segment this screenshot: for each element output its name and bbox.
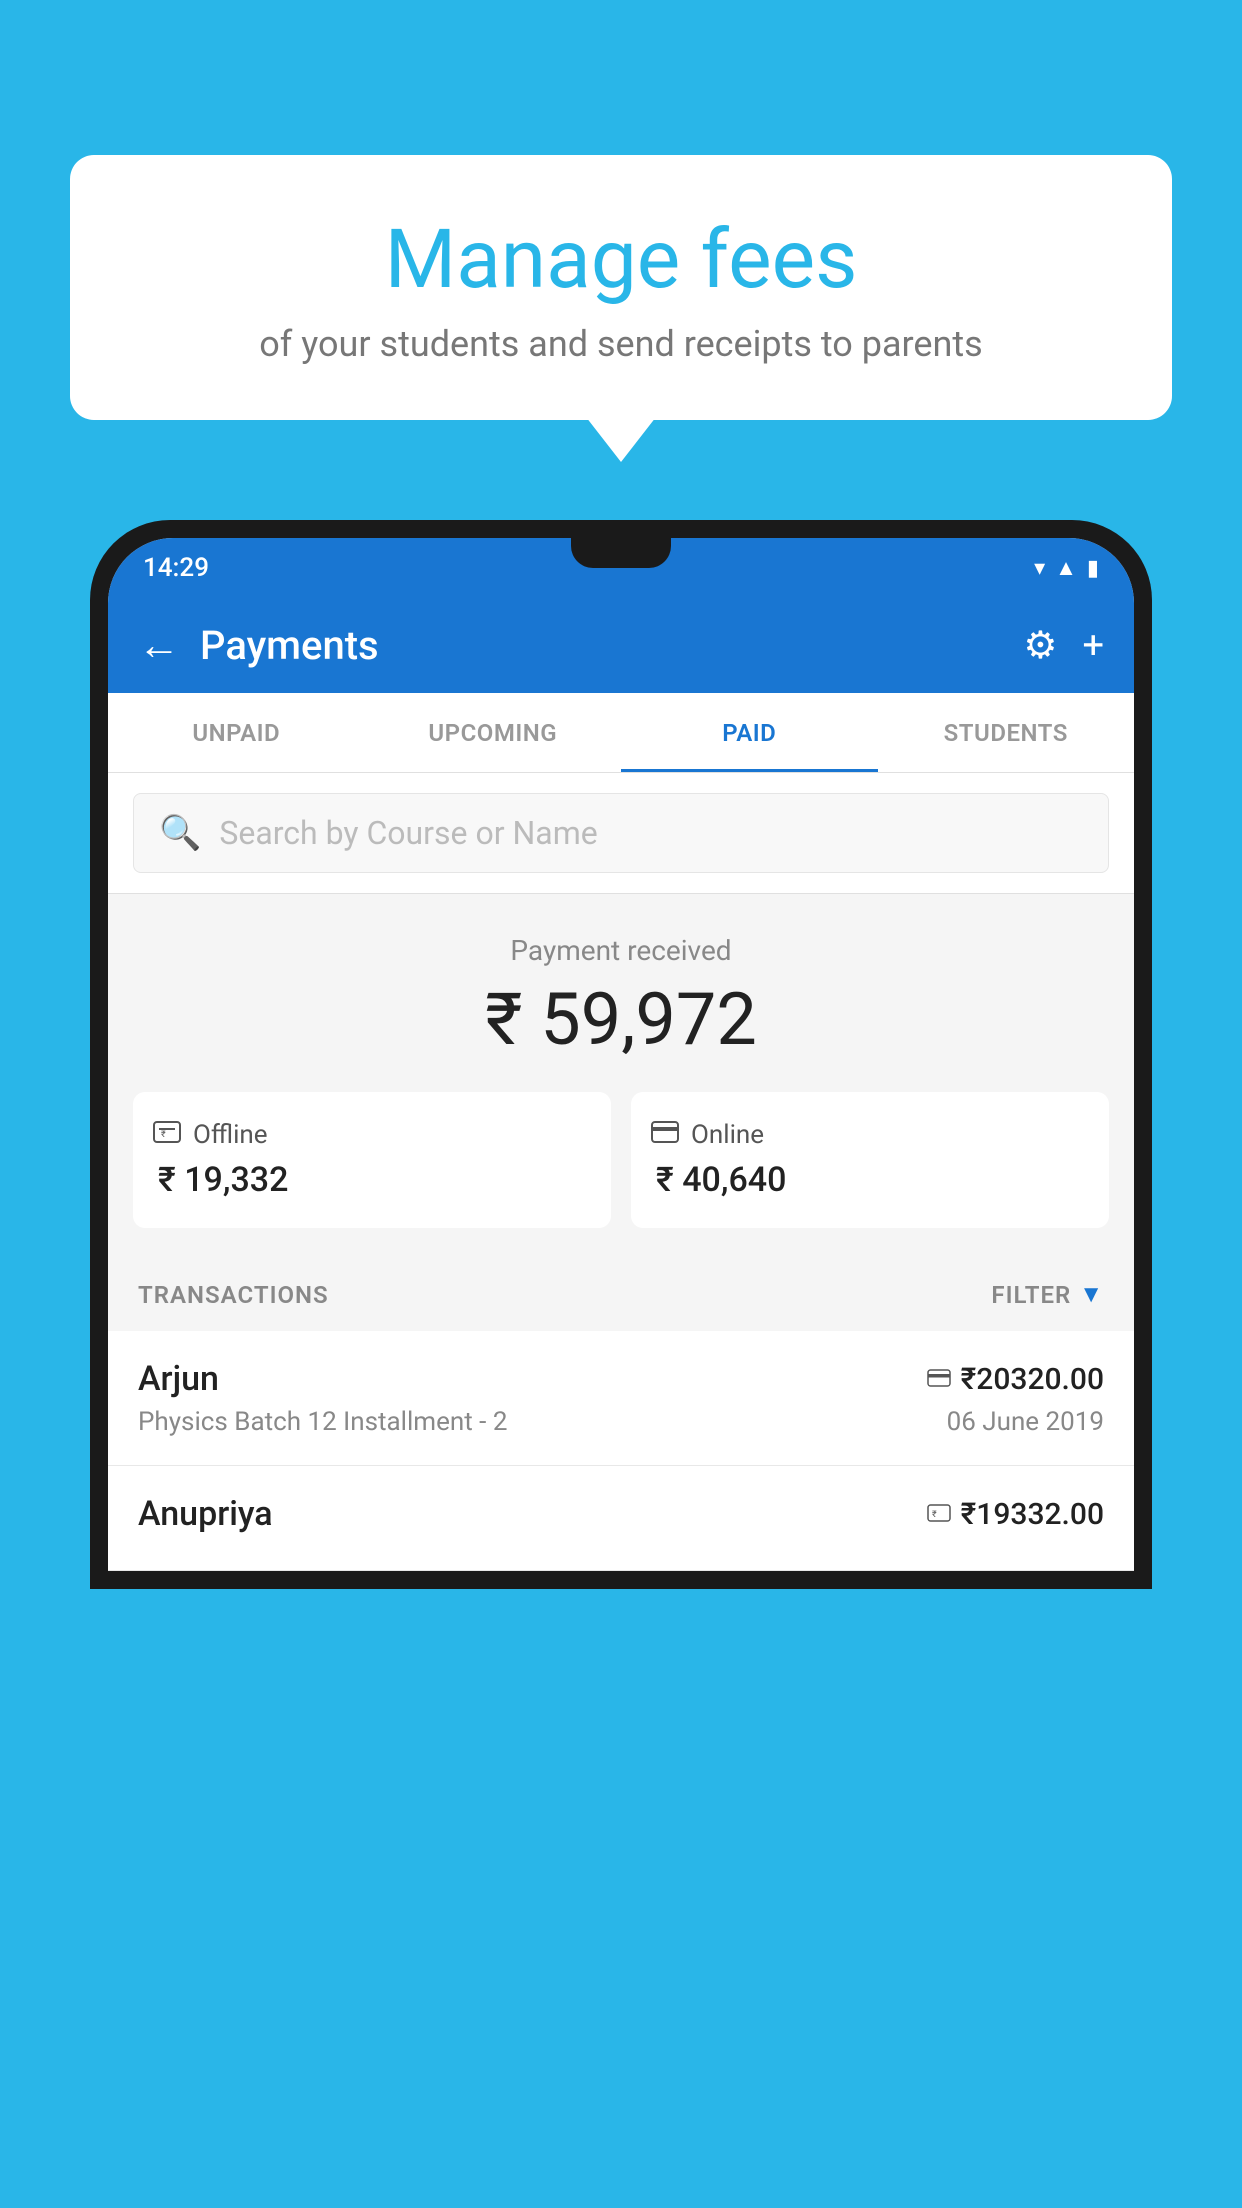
- signal-icon: ▲: [1055, 555, 1077, 581]
- status-bar: 14:29 ▾ ▲ ▮: [108, 538, 1134, 598]
- offline-label: Offline: [193, 1120, 268, 1150]
- tab-upcoming[interactable]: UPCOMING: [365, 693, 622, 772]
- filter-icon: ▼: [1079, 1280, 1104, 1309]
- offline-card: ₹ Offline ₹ 19,332: [133, 1092, 611, 1228]
- search-icon: 🔍: [159, 813, 201, 853]
- transaction-row2-top: Anupriya ₹ ₹19332.00: [138, 1494, 1104, 1534]
- transaction-amount-wrap: ₹20320.00: [927, 1362, 1104, 1397]
- transaction-date-arjun: 06 June 2019: [947, 1407, 1104, 1437]
- offline-icon: ₹: [153, 1120, 181, 1150]
- battery-icon: ▮: [1087, 556, 1099, 581]
- online-pay-icon: [927, 1365, 951, 1393]
- tabs-bar: UNPAID UPCOMING PAID STUDENTS: [108, 693, 1134, 773]
- svg-text:₹: ₹: [161, 1130, 166, 1140]
- bubble-title: Manage fees: [120, 215, 1122, 305]
- transaction-item-anupriya[interactable]: Anupriya ₹ ₹19332.00: [108, 1466, 1134, 1571]
- transaction-amount-anupriya: ₹19332.00: [961, 1497, 1104, 1532]
- status-time: 14:29: [143, 553, 209, 583]
- phone-outer: 14:29 ▾ ▲ ▮ ← Payments ⚙ + UNPAID: [90, 520, 1152, 1589]
- online-card-header: Online: [651, 1120, 1089, 1150]
- add-icon[interactable]: +: [1082, 624, 1104, 668]
- app-bar: ← Payments ⚙ +: [108, 598, 1134, 693]
- transaction-amount-wrap-2: ₹ ₹19332.00: [927, 1497, 1104, 1532]
- online-card: Online ₹ 40,640: [631, 1092, 1109, 1228]
- transactions-header: TRANSACTIONS FILTER ▼: [108, 1258, 1134, 1331]
- phone-mockup: 14:29 ▾ ▲ ▮ ← Payments ⚙ + UNPAID: [90, 520, 1152, 2208]
- online-icon: [651, 1120, 679, 1150]
- transaction-course-arjun: Physics Batch 12 Installment - 2: [138, 1407, 507, 1437]
- speech-bubble-container: Manage fees of your students and send re…: [70, 155, 1172, 420]
- payment-total-amount: ₹ 59,972: [133, 977, 1109, 1062]
- app-title: Payments: [200, 622, 1023, 669]
- filter-label: FILTER: [991, 1281, 1071, 1309]
- back-button[interactable]: ←: [138, 621, 180, 670]
- status-icons: ▾ ▲ ▮: [1034, 555, 1099, 581]
- transaction-item-arjun[interactable]: Arjun ₹20320.00 Physics Batch 12 Install…: [108, 1331, 1134, 1466]
- svg-text:₹: ₹: [932, 1510, 937, 1520]
- filter-button[interactable]: FILTER ▼: [991, 1280, 1104, 1309]
- payment-cards: ₹ Offline ₹ 19,332: [133, 1092, 1109, 1228]
- search-placeholder: Search by Course or Name: [219, 814, 597, 852]
- offline-card-header: ₹ Offline: [153, 1120, 591, 1150]
- transaction-row-top: Arjun ₹20320.00: [138, 1359, 1104, 1399]
- speech-bubble: Manage fees of your students and send re…: [70, 155, 1172, 420]
- transaction-row-bottom: Physics Batch 12 Installment - 2 06 June…: [138, 1407, 1104, 1437]
- offline-pay-icon: ₹: [927, 1500, 951, 1528]
- online-amount: ₹ 40,640: [651, 1160, 1089, 1200]
- tab-paid[interactable]: PAID: [621, 693, 878, 772]
- search-bar[interactable]: 🔍 Search by Course or Name: [133, 793, 1109, 873]
- app-bar-actions: ⚙ +: [1023, 623, 1104, 668]
- settings-icon[interactable]: ⚙: [1023, 623, 1057, 668]
- wifi-icon: ▾: [1034, 556, 1045, 581]
- tab-students[interactable]: STUDENTS: [878, 693, 1135, 772]
- payment-received-label: Payment received: [133, 934, 1109, 967]
- transactions-label: TRANSACTIONS: [138, 1281, 329, 1309]
- transaction-name-anupriya: Anupriya: [138, 1494, 273, 1534]
- transaction-name-arjun: Arjun: [138, 1359, 219, 1399]
- bubble-subtitle: of your students and send receipts to pa…: [120, 323, 1122, 365]
- payment-summary: Payment received ₹ 59,972 ₹: [108, 894, 1134, 1258]
- phone-inner: 14:29 ▾ ▲ ▮ ← Payments ⚙ + UNPAID: [108, 538, 1134, 1571]
- search-container: 🔍 Search by Course or Name: [108, 773, 1134, 894]
- online-label: Online: [691, 1120, 764, 1150]
- transaction-amount-arjun: ₹20320.00: [961, 1362, 1104, 1397]
- inner-notch: [571, 538, 671, 568]
- offline-amount: ₹ 19,332: [153, 1160, 591, 1200]
- tab-unpaid[interactable]: UNPAID: [108, 693, 365, 772]
